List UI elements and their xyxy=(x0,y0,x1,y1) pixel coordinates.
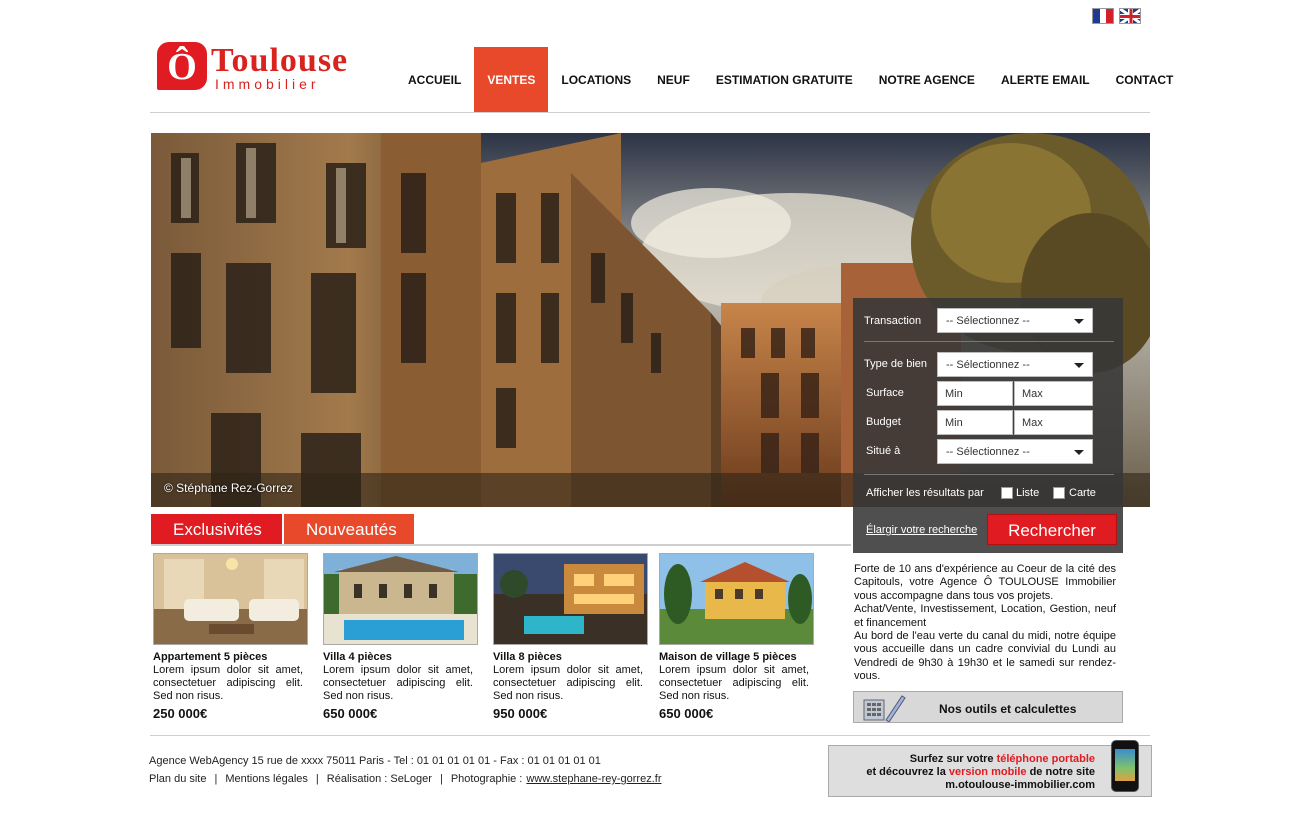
tools-button[interactable]: Nos outils et calculettes xyxy=(853,691,1123,723)
listing-card[interactable]: Maison de village 5 pièces Lorem ipsum d… xyxy=(659,553,814,721)
budget-min-input[interactable]: Min xyxy=(937,410,1013,435)
listing-photo[interactable] xyxy=(323,553,478,645)
footer-separator: | xyxy=(214,773,218,785)
expand-search-link[interactable]: Élargir votre recherche xyxy=(866,524,977,536)
tabs-divider xyxy=(151,544,851,546)
english-flag-icon[interactable] xyxy=(1119,8,1141,24)
listing-card[interactable]: Appartement 5 pièces Lorem ipsum dolor s… xyxy=(153,553,308,721)
surface-min-input[interactable]: Min xyxy=(937,381,1013,406)
budget-max-input[interactable]: Max xyxy=(1014,410,1093,435)
listing-description: Lorem ipsum dolor sit amet, consectetuer… xyxy=(153,664,303,702)
nav-item-alerte[interactable]: ALERTE EMAIL xyxy=(988,47,1103,113)
mobile-banner-text: Surfez sur votre téléphone portable et d… xyxy=(866,753,1095,792)
listing-description: Lorem ipsum dolor sit amet, consectetuer… xyxy=(493,664,643,702)
footer-links: Plan du site | Mentions légales | Réalis… xyxy=(149,773,661,785)
nav-item-ventes[interactable]: VENTES xyxy=(474,47,549,113)
agency-paragraph: Forte de 10 ans d'expérience au Coeur de… xyxy=(854,563,1116,602)
footer-link-sitemap[interactable]: Plan du site xyxy=(149,773,206,785)
property-type-label: Type de bien xyxy=(864,358,927,370)
footer-link-realisation[interactable]: Réalisation : SeLoger xyxy=(327,773,432,785)
mobile-site-url: m.otoulouse-immobilier.com xyxy=(945,779,1095,791)
transaction-label: Transaction xyxy=(864,315,922,327)
location-select[interactable]: -- Sélectionnez -- xyxy=(937,439,1093,464)
footer-link-legal[interactable]: Mentions légales xyxy=(225,773,308,785)
listing-price: 650 000€ xyxy=(323,706,378,721)
language-switcher xyxy=(1092,8,1141,24)
property-search-panel: Transaction -- Sélectionnez -- Type de b… xyxy=(853,298,1123,553)
listing-photo[interactable] xyxy=(153,553,308,645)
logo-name: Toulouse xyxy=(211,42,349,79)
agency-description: Forte de 10 ans d'expérience au Coeur de… xyxy=(854,563,1116,684)
listing-photo[interactable] xyxy=(659,553,814,645)
tab-nouveautes[interactable]: Nouveautés xyxy=(284,514,414,545)
list-view-checkbox[interactable] xyxy=(1001,487,1013,499)
nav-item-accueil[interactable]: ACCUEIL xyxy=(395,47,474,113)
listing-card[interactable]: Villa 4 pièces Lorem ipsum dolor sit ame… xyxy=(323,553,478,721)
footer-separator: | xyxy=(439,773,443,785)
listing-description: Lorem ipsum dolor sit amet, consectetuer… xyxy=(323,664,473,702)
listing-price: 250 000€ xyxy=(153,706,208,721)
map-view-checkbox[interactable] xyxy=(1053,487,1065,499)
footer-address: Agence WebAgency 15 rue de xxxx 75011 Pa… xyxy=(149,755,601,767)
mobile-text-highlight: version mobile xyxy=(948,766,1027,778)
listing-description: Lorem ipsum dolor sit amet, consectetuer… xyxy=(659,664,809,702)
location-label: Situé à xyxy=(866,445,901,457)
listing-title[interactable]: Villa 4 pièces xyxy=(323,651,478,664)
surface-max-input[interactable]: Max xyxy=(1014,381,1093,406)
listing-card[interactable]: Villa 8 pièces Lorem ipsum dolor sit ame… xyxy=(493,553,648,721)
mobile-text-part: de notre site xyxy=(1026,766,1095,778)
listing-photo[interactable] xyxy=(493,553,648,645)
mobile-site-banner[interactable]: Surfez sur votre téléphone portable et d… xyxy=(828,740,1152,797)
search-button[interactable]: Rechercher xyxy=(987,514,1117,545)
map-view-label: Carte xyxy=(1069,487,1096,499)
nav-item-neuf[interactable]: NEUF xyxy=(644,47,703,113)
listing-tabs: Exclusivités Nouveautés xyxy=(151,514,414,545)
mobile-text-highlight: téléphone portable xyxy=(996,753,1095,765)
nav-item-estimation[interactable]: ESTIMATION GRATUITE xyxy=(703,47,866,113)
surface-label: Surface xyxy=(866,387,904,399)
mobile-text-part: et découvrez la xyxy=(866,766,949,778)
logo-subtitle: Immobilier xyxy=(215,76,320,92)
header-divider xyxy=(150,112,1150,113)
listing-price: 950 000€ xyxy=(493,706,548,721)
agency-paragraph: Au bord de l'eau verte du canal du midi,… xyxy=(854,630,1116,683)
listing-title[interactable]: Maison de village 5 pièces xyxy=(659,651,814,664)
listing-price: 650 000€ xyxy=(659,706,714,721)
search-divider xyxy=(864,474,1114,475)
agency-paragraph: Achat/Vente, Investissement, Location, G… xyxy=(854,603,1116,629)
nav-item-contact[interactable]: CONTACT xyxy=(1103,47,1187,113)
tools-button-label: Nos outils et calculettes xyxy=(939,702,1077,716)
main-nav: ACCUEIL VENTES LOCATIONS NEUF ESTIMATION… xyxy=(395,47,1186,113)
budget-label: Budget xyxy=(866,416,901,428)
calculator-icon xyxy=(863,695,906,722)
list-view-label: Liste xyxy=(1016,487,1040,499)
search-divider xyxy=(864,341,1114,342)
display-mode-label: Afficher les résultats par xyxy=(866,487,984,499)
site-logo[interactable]: Ô Toulouse Immobilier xyxy=(157,40,377,95)
listing-title[interactable]: Villa 8 pièces xyxy=(493,651,648,664)
footer-link-photographer[interactable]: www.stephane-rey-gorrez.fr xyxy=(526,773,661,785)
smartphone-icon xyxy=(1111,740,1139,792)
nav-item-agence[interactable]: NOTRE AGENCE xyxy=(866,47,988,113)
mobile-text-part: Surfez sur votre xyxy=(909,753,997,765)
nav-item-locations[interactable]: LOCATIONS xyxy=(548,47,644,113)
property-type-select[interactable]: -- Sélectionnez -- xyxy=(937,352,1093,377)
listing-title[interactable]: Appartement 5 pièces xyxy=(153,651,308,664)
photo-credit: © Stéphane Rez-Gorrez xyxy=(164,481,293,495)
logo-mark: Ô xyxy=(157,42,207,90)
footer-separator: | xyxy=(315,773,319,785)
footer-photo-label: Photographie : xyxy=(450,773,523,785)
french-flag-icon[interactable] xyxy=(1092,8,1114,24)
transaction-select[interactable]: -- Sélectionnez -- xyxy=(937,308,1093,333)
tab-exclusivites[interactable]: Exclusivités xyxy=(151,514,282,545)
footer-divider xyxy=(150,735,1150,736)
